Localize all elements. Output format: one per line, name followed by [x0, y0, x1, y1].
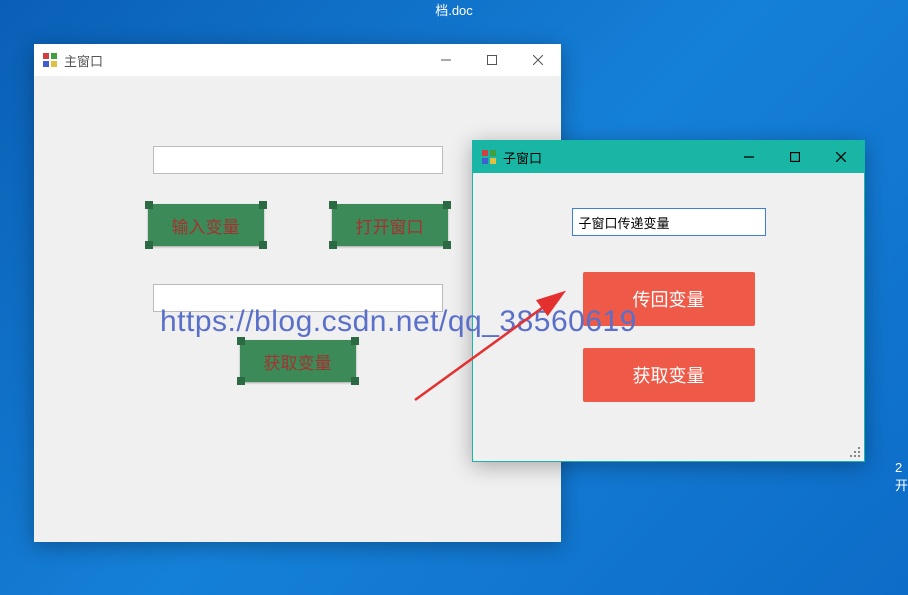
desktop-file-label: 档.doc — [435, 0, 473, 19]
app-icon — [481, 149, 497, 165]
app-icon — [42, 52, 58, 68]
maximize-button[interactable] — [772, 141, 818, 173]
child-window: 子窗口 传回变量 获取变量 — [472, 140, 865, 462]
child-get-variable-button[interactable]: 获取变量 — [583, 348, 755, 402]
close-button[interactable] — [515, 44, 561, 76]
return-variable-button[interactable]: 传回变量 — [583, 272, 755, 326]
child-window-body: 传回变量 获取变量 — [473, 173, 864, 461]
open-window-button[interactable]: 打开窗口 — [332, 204, 448, 246]
main-input-2[interactable] — [153, 284, 443, 312]
input-variable-button[interactable]: 输入变量 — [148, 204, 264, 246]
main-button-row: 输入变量 打开窗口 — [148, 204, 448, 246]
minimize-button[interactable] — [423, 44, 469, 76]
child-window-title: 子窗口 — [503, 148, 542, 167]
child-window-titlebar[interactable]: 子窗口 — [473, 141, 864, 173]
get-variable-button[interactable]: 获取变量 — [240, 340, 356, 382]
main-input-1[interactable] — [153, 146, 443, 174]
close-button[interactable] — [818, 141, 864, 173]
main-window-title: 主窗口 — [64, 51, 103, 70]
side-cropped-text: 2 开 — [895, 460, 908, 494]
maximize-button[interactable] — [469, 44, 515, 76]
child-input[interactable] — [572, 208, 766, 236]
minimize-button[interactable] — [726, 141, 772, 173]
main-window-titlebar[interactable]: 主窗口 — [34, 44, 561, 76]
resize-grip-icon[interactable] — [848, 445, 862, 459]
